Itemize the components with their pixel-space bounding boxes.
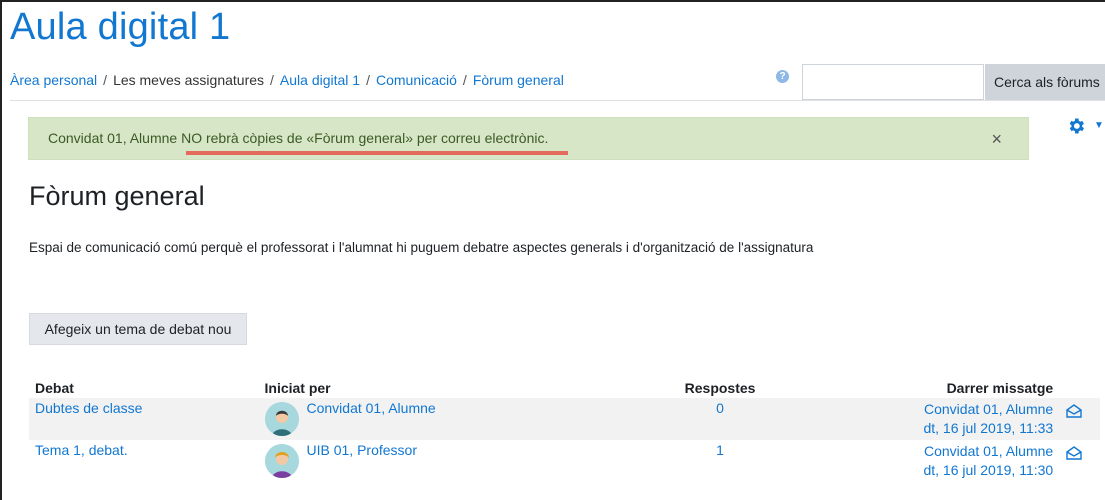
- divider: [10, 100, 1105, 101]
- starter-link[interactable]: Convidat 01, Alumne: [307, 400, 436, 416]
- gear-icon[interactable]: [1066, 116, 1086, 136]
- question-circle-icon[interactable]: ?: [776, 70, 789, 83]
- cell-darrer: Convidat 01, Alumne dt, 16 jul 2019, 11:…: [784, 398, 1059, 440]
- breadcrumb-separator: /: [270, 72, 274, 88]
- last-post-user[interactable]: Convidat 01, Alumne: [924, 443, 1053, 459]
- envelope-open-icon[interactable]: [1065, 444, 1083, 462]
- cell-debat: Dubtes de classe: [29, 398, 259, 440]
- last-post-date[interactable]: dt, 16 jul 2019, 11:33: [923, 420, 1053, 436]
- column-header-iniciat[interactable]: Iniciat per: [259, 378, 657, 398]
- starter-link[interactable]: UIB 01, Professor: [307, 442, 418, 458]
- page-title: Fòrum general: [29, 181, 205, 211]
- cell-subscribe: [1059, 440, 1100, 482]
- table-row: Tema 1, debat. UIB 01, Professor 1 Convi…: [29, 440, 1100, 482]
- add-discussion-button[interactable]: Afegeix un tema de debat nou: [29, 313, 247, 345]
- alert-user: Convidat 01, Alumne: [48, 130, 182, 146]
- search-input[interactable]: [802, 64, 984, 100]
- chevron-down-icon[interactable]: ▼: [1094, 120, 1104, 131]
- alert-message: NO rebrà còpies de «Fòrum general» per c…: [181, 130, 549, 146]
- avatar[interactable]: [264, 402, 299, 436]
- column-header-debat[interactable]: Debat: [29, 378, 259, 398]
- discussion-link[interactable]: Dubtes de classe: [35, 400, 142, 416]
- column-header-subscribe: [1059, 378, 1100, 398]
- breadcrumb-item-area-personal[interactable]: Àrea personal: [10, 72, 97, 88]
- avatar[interactable]: [264, 444, 299, 478]
- last-post-date[interactable]: dt, 16 jul 2019, 11:30: [923, 462, 1053, 478]
- breadcrumb-separator: /: [366, 72, 370, 88]
- breadcrumb-item-comunicacio[interactable]: Comunicació: [376, 72, 457, 88]
- replies-count[interactable]: 0: [716, 400, 724, 416]
- column-header-respostes[interactable]: Respostes: [656, 378, 784, 398]
- breadcrumb-separator: /: [462, 72, 467, 88]
- cell-darrer: Convidat 01, Alumne dt, 16 jul 2019, 11:…: [784, 440, 1059, 482]
- envelope-open-icon[interactable]: [1065, 402, 1083, 420]
- breadcrumb-item-forum-general[interactable]: Fòrum general: [473, 72, 564, 88]
- breadcrumb: Àrea personal / Les meves assignatures / Aul…: [10, 72, 564, 88]
- last-post-user[interactable]: Convidat 01, Alumne: [924, 401, 1053, 417]
- breadcrumb-item-les-meves-assignatures[interactable]: Les meves assignatures: [113, 72, 264, 88]
- table-header-row: Debat Iniciat per Respostes Darrer missa…: [29, 378, 1100, 398]
- cell-respostes: 1: [656, 440, 784, 482]
- cell-respostes: 0: [656, 398, 784, 440]
- subscription-alert: Convidat 01, Alumne NO rebrà còpies de «…: [28, 117, 1029, 160]
- cell-iniciat: Convidat 01, Alumne: [259, 398, 657, 440]
- search-forums-button[interactable]: Cerca als fòrums: [985, 64, 1105, 100]
- site-title[interactable]: Aula digital 1: [10, 6, 230, 49]
- table-row: Dubtes de classe Convidat 01, Alumne 0 C…: [29, 398, 1100, 440]
- discussion-link[interactable]: Tema 1, debat.: [35, 442, 128, 458]
- breadcrumb-separator: /: [103, 72, 108, 88]
- column-header-darrer[interactable]: Darrer missatge: [784, 378, 1059, 398]
- cell-iniciat: UIB 01, Professor: [259, 440, 657, 482]
- breadcrumb-item-aula-digital[interactable]: Aula digital 1: [280, 72, 360, 88]
- close-icon[interactable]: ×: [991, 129, 1002, 150]
- cell-subscribe: [1059, 398, 1100, 440]
- forum-intro: Espai de comunicació comú perquè el prof…: [29, 240, 814, 255]
- replies-count[interactable]: 1: [716, 442, 724, 458]
- annotation-underline: [186, 151, 568, 155]
- discussion-table: Debat Iniciat per Respostes Darrer missa…: [29, 378, 1100, 482]
- cell-debat: Tema 1, debat.: [29, 440, 259, 482]
- alert-text: Convidat 01, Alumne NO rebrà còpies de «…: [48, 130, 548, 146]
